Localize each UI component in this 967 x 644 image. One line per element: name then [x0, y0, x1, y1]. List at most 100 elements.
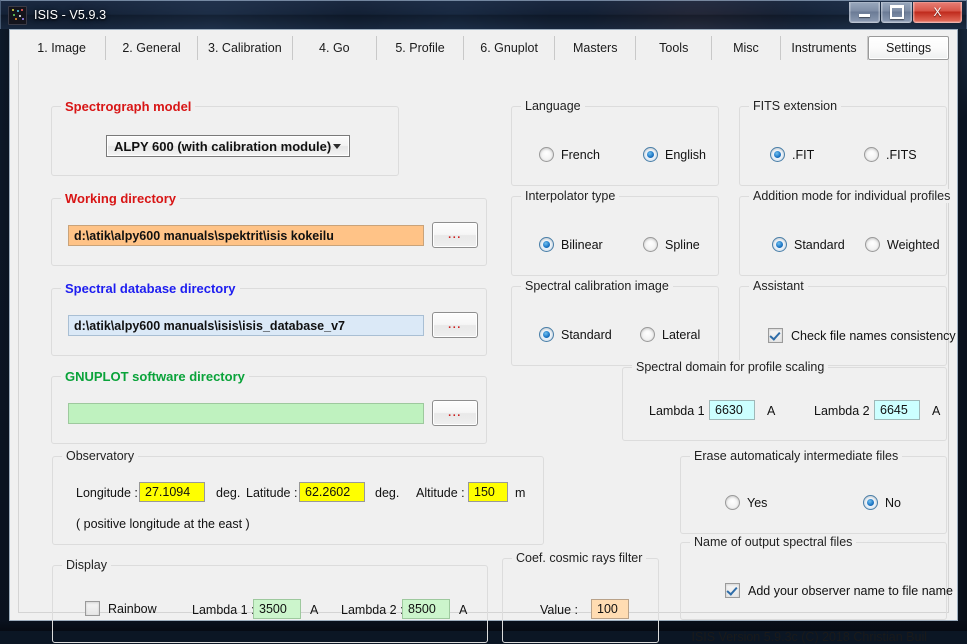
cosmic-rays-value: 100 [597, 602, 618, 616]
tab-tools[interactable]: Tools [636, 36, 712, 60]
spectral-domain-lambda1-input[interactable]: 6630 [709, 400, 755, 420]
tab-4-go[interactable]: 4. Go [293, 36, 377, 60]
tab-6-gnuplot[interactable]: 6. Gnuplot [464, 36, 555, 60]
fits-extension-group: FITS extension .FIT .FITS [739, 106, 947, 186]
tab-label: Instruments [791, 41, 856, 55]
addition-mode-option-label: Weighted [887, 238, 940, 252]
latitude-value: 62.2602 [305, 485, 350, 499]
tab-2-general[interactable]: 2. General [106, 36, 198, 60]
addition-mode-option-standard[interactable]: Standard [772, 237, 845, 252]
radio-icon [539, 327, 554, 342]
tab-5-profile[interactable]: 5. Profile [377, 36, 464, 60]
display-lambda2-input[interactable]: 8500 [402, 599, 450, 619]
version-footer: ISIS Version 5.9.3c (C) 2018 Christian B… [691, 630, 927, 644]
addition-mode-option-weighted[interactable]: Weighted [865, 237, 940, 252]
erase-option-yes[interactable]: Yes [725, 495, 767, 510]
spectral-domain-lambda2-label: Lambda 2 : [814, 404, 877, 418]
cosmic-rays-value-input[interactable]: 100 [591, 599, 629, 619]
tab-1-image[interactable]: 1. Image [18, 36, 106, 60]
ellipsis-icon: ... [448, 319, 462, 331]
assistant-group: Assistant Check file names consistency [739, 286, 947, 366]
spectral-calibration-option-lateral[interactable]: Lateral [640, 327, 700, 342]
addition-mode-group: Addition mode for individual profiles St… [739, 196, 947, 276]
window-controls: X [848, 2, 962, 23]
language-option-french[interactable]: French [539, 147, 600, 162]
spectral-domain-title: Spectral domain for profile scaling [632, 360, 828, 374]
close-icon: X [933, 6, 941, 18]
close-button[interactable]: X [913, 2, 962, 23]
spectrograph-model-combo[interactable]: ALPY 600 (with calibration module) [106, 135, 350, 157]
gnuplot-directory-input[interactable] [68, 403, 424, 424]
radio-icon [643, 147, 658, 162]
latitude-input[interactable]: 62.2602 [299, 482, 365, 502]
erase-option-no[interactable]: No [863, 495, 901, 510]
spectral-database-directory-group: Spectral database directory d:\atik\alpy… [51, 288, 487, 356]
assistant-title: Assistant [749, 279, 808, 293]
tab-instruments[interactable]: Instruments [781, 36, 868, 60]
tab-label: Misc [733, 41, 759, 55]
longitude-unit: deg. [216, 486, 240, 500]
display-lambda1-unit: A [310, 603, 318, 617]
erase-option-label: No [885, 496, 901, 510]
working-directory-input[interactable]: d:\atik\alpy600 manuals\spektrit\isis ko… [68, 225, 424, 246]
output-file-names-group: Name of output spectral files Add your o… [680, 542, 947, 620]
radio-icon [770, 147, 785, 162]
interpolator-option-spline[interactable]: Spline [643, 237, 700, 252]
rainbow-checkbox[interactable]: Rainbow [85, 601, 157, 616]
tab-misc[interactable]: Misc [712, 36, 781, 60]
altitude-value: 150 [474, 485, 495, 499]
tab-masters[interactable]: Masters [555, 36, 636, 60]
isis-app-icon [8, 6, 27, 25]
working-directory-title: Working directory [61, 191, 180, 206]
longitude-input[interactable]: 27.1094 [139, 482, 205, 502]
check-file-names-consistency-checkbox[interactable]: Check file names consistency [768, 328, 956, 343]
tab-label: 5. Profile [395, 41, 444, 55]
altitude-input[interactable]: 150 [468, 482, 508, 502]
window-title: ISIS - V5.9.3 [34, 8, 106, 22]
settings-tab-panel: Spectrograph model ALPY 600 (with calibr… [18, 60, 949, 613]
spectrograph-model-title: Spectrograph model [61, 99, 195, 114]
fits-extension-option-fits[interactable]: .FITS [864, 147, 917, 162]
display-group: Display Rainbow Lambda 1 : 3500 A Lambda… [52, 565, 488, 643]
language-group: Language French English [511, 106, 719, 186]
spectral-domain-lambda1-unit: A [767, 404, 775, 418]
isis-main-window: ISIS - V5.9.3 X 1. Image 2. General 3. C… [0, 0, 967, 631]
cosmic-rays-filter-title: Coef. cosmic rays filter [512, 551, 646, 565]
fits-extension-option-label: .FITS [886, 148, 917, 162]
erase-option-label: Yes [747, 496, 767, 510]
addition-mode-title: Addition mode for individual profiles [749, 189, 954, 203]
ellipsis-icon: ... [448, 229, 462, 241]
working-directory-group: Working directory d:\atik\alpy600 manual… [51, 198, 487, 266]
checkbox-icon [725, 583, 740, 598]
add-observer-name-checkbox[interactable]: Add your observer name to file name [725, 583, 953, 598]
tab-settings[interactable]: Settings [868, 36, 949, 60]
language-option-english[interactable]: English [643, 147, 706, 162]
window-title-bar[interactable]: ISIS - V5.9.3 X [0, 0, 967, 29]
display-lambda1-input[interactable]: 3500 [253, 599, 301, 619]
interpolator-option-bilinear[interactable]: Bilinear [539, 237, 603, 252]
rainbow-label: Rainbow [108, 602, 157, 616]
erase-intermediate-files-group: Erase automaticaly intermediate files Ye… [680, 456, 947, 534]
display-lambda1-value: 3500 [259, 602, 287, 616]
spectrograph-model-group: Spectrograph model ALPY 600 (with calibr… [51, 106, 399, 176]
check-file-names-consistency-label: Check file names consistency [791, 329, 956, 343]
gnuplot-directory-browse-button[interactable]: ... [432, 400, 478, 426]
maximize-icon [890, 5, 904, 19]
tab-label: 6. Gnuplot [480, 41, 538, 55]
fits-extension-option-fit[interactable]: .FIT [770, 147, 814, 162]
working-directory-browse-button[interactable]: ... [432, 222, 478, 248]
language-option-label: French [561, 148, 600, 162]
tab-3-calibration[interactable]: 3. Calibration [198, 36, 293, 60]
spectral-calibration-image-group: Spectral calibration image Standard Late… [511, 286, 719, 366]
altitude-label: Altitude : [416, 486, 465, 500]
spectral-domain-lambda2-input[interactable]: 6645 [874, 400, 920, 420]
minimize-button[interactable] [849, 2, 880, 23]
spectral-calibration-option-standard[interactable]: Standard [539, 327, 612, 342]
spectral-domain-group: Spectral domain for profile scaling Lamb… [622, 367, 947, 441]
maximize-button[interactable] [881, 2, 912, 23]
gnuplot-directory-title: GNUPLOT software directory [61, 369, 249, 384]
spectral-database-directory-input[interactable]: d:\atik\alpy600 manuals\isis\isis_databa… [68, 315, 424, 336]
display-lambda2-label: Lambda 2 : [341, 603, 404, 617]
spectral-database-directory-browse-button[interactable]: ... [432, 312, 478, 338]
cosmic-rays-filter-group: Coef. cosmic rays filter Value : 100 [502, 558, 659, 643]
